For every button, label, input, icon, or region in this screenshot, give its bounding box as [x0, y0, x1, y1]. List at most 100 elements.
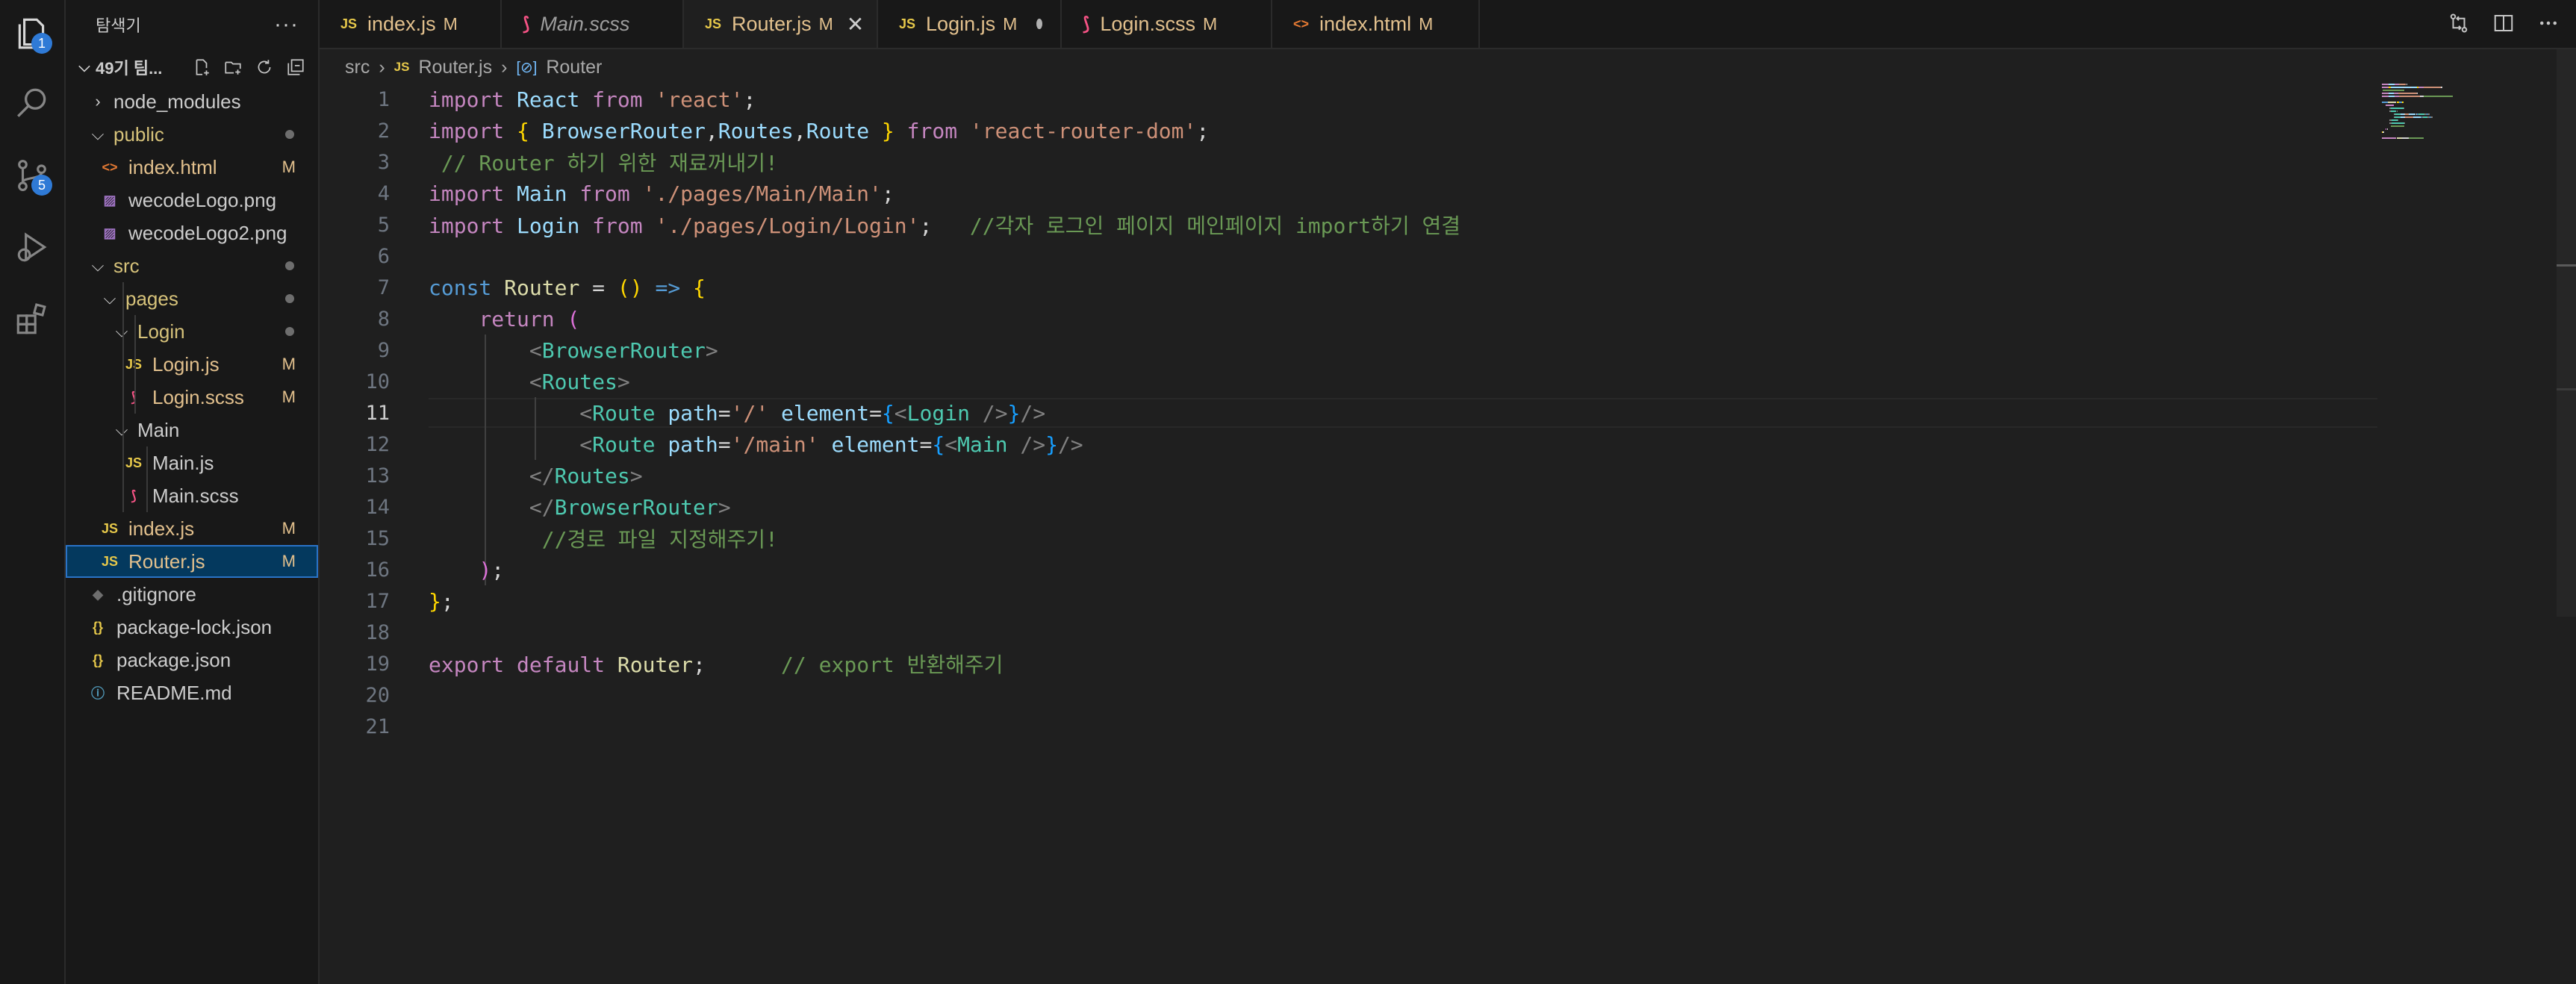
code-token: { — [517, 118, 542, 143]
search-icon[interactable] — [10, 82, 54, 125]
file-item-wecodelogo2-png[interactable]: ▨ wecodeLogo2.png — [66, 217, 318, 249]
minimap-token — [2441, 87, 2442, 88]
code-token: Routes — [554, 463, 630, 488]
code-token: () — [617, 275, 656, 300]
indent-guide — [134, 315, 136, 414]
code-token: > — [705, 337, 718, 363]
activity-bar: 1 5 — [0, 0, 66, 984]
file-item-index-js[interactable]: JS index.js M — [66, 512, 318, 545]
collapse-all-icon[interactable] — [285, 57, 306, 78]
tab-index-html[interactable]: <> index.html M — [1272, 0, 1480, 48]
tree-item-label: Main.js — [152, 451, 214, 474]
minimap-token — [2383, 90, 2404, 91]
tab-index-js[interactable]: JS index.js M — [320, 0, 502, 48]
breadcrumb-file[interactable]: Router.js — [418, 57, 492, 78]
code-token: '/main' — [730, 432, 832, 457]
tab-label: index.js — [367, 12, 436, 35]
tab-main-scss[interactable]: ⟆ Main.scss — [502, 0, 684, 48]
close-icon[interactable]: ✕ — [847, 12, 864, 37]
file-item-package-lock-json[interactable]: {} package-lock.json — [66, 611, 318, 644]
line-number: 11 — [365, 401, 390, 425]
line-number: 9 — [377, 338, 390, 362]
line-number: 18 — [365, 620, 390, 644]
code-token: = — [718, 432, 731, 457]
breadcrumb: src › JS Router.js › [⊘] Router — [345, 52, 602, 82]
code-token: ; — [491, 557, 505, 582]
new-file-icon[interactable] — [191, 57, 212, 78]
code-line: 7 const Router = () => { — [320, 272, 2576, 303]
code-text: <Route path='/main' element={<Main />}/> — [429, 432, 1083, 457]
line-number: 3 — [377, 150, 390, 174]
tab-login-js[interactable]: JS Login.js M — [878, 0, 1062, 48]
explorer-icon[interactable]: 1 — [10, 12, 54, 55]
more-icon[interactable] — [2536, 10, 2561, 36]
code-token: /> — [1057, 432, 1083, 457]
file-item--gitignore[interactable]: ◆ .gitignore — [66, 578, 318, 611]
code-token: Router — [617, 653, 694, 677]
explorer-title: 탐색기 — [96, 16, 141, 35]
code-token: Login — [517, 214, 593, 238]
file-item-readme-md[interactable]: ⓘ README.md — [66, 676, 318, 709]
file-item-main-js[interactable]: JS Main.js — [66, 446, 318, 479]
extensions-icon[interactable] — [10, 297, 54, 340]
minimap-token — [2392, 105, 2394, 106]
refresh-icon[interactable] — [254, 57, 275, 78]
info-icon: ⓘ — [91, 686, 105, 701]
minimap[interactable] — [2382, 84, 2509, 143]
folder-item-public[interactable]: ⌵ public — [66, 118, 318, 151]
vertical-scrollbar[interactable] — [2557, 49, 2576, 617]
code-token: > — [629, 463, 643, 488]
minimap-token — [2404, 122, 2406, 124]
code-token: const — [429, 275, 505, 300]
line-number: 2 — [377, 119, 390, 143]
file-item-router-js[interactable]: JS Router.js M — [66, 545, 318, 578]
file-item-package-json[interactable]: {} package.json — [66, 644, 318, 676]
code-text: import React from 'react'; — [429, 87, 756, 112]
chevron-down-icon: ⌵ — [103, 289, 116, 308]
code-token: Route — [806, 118, 882, 143]
git-file-icon: ◆ — [93, 586, 103, 602]
folder-item-login[interactable]: ⌵ Login — [66, 315, 318, 348]
code-token: 'react-router-dom' — [969, 118, 1197, 143]
file-item-login-js[interactable]: JS Login.js M — [66, 348, 318, 381]
scss-file-icon: ⟆ — [1083, 13, 1090, 34]
folder-item-src[interactable]: ⌵ src — [66, 249, 318, 282]
code-line: 3 // Router 하기 위한 재료꺼내기! — [320, 146, 2576, 178]
code-editor[interactable]: 1 import React from 'react'; 2 import { Bro… — [320, 84, 2576, 984]
new-folder-icon[interactable] — [223, 57, 243, 78]
breadcrumb-symbol[interactable]: Router — [546, 57, 602, 78]
file-item-index-html[interactable]: <> index.html M — [66, 151, 318, 184]
source-control-icon[interactable]: 5 — [10, 154, 54, 197]
folder-item-node-modules[interactable]: › node_modules — [66, 85, 318, 118]
minimap-token — [2398, 93, 2417, 94]
compare-changes-icon[interactable] — [2446, 10, 2471, 36]
tree-item-label: README.md — [116, 681, 232, 704]
folder-item-main[interactable]: ⌵ Main — [66, 414, 318, 446]
chevron-down-icon: ⌵ — [78, 58, 90, 75]
code-line: 1 import React from 'react'; — [320, 84, 2576, 115]
code-token: './pages/Main/Main' — [642, 181, 882, 206]
modified-badge: M — [281, 387, 296, 406]
line-number: 8 — [377, 307, 390, 331]
tab-login-scss[interactable]: ⟆ Login.scss M — [1062, 0, 1272, 48]
line-number: 12 — [365, 432, 390, 456]
file-item-login-scss[interactable]: ⟆ Login.scss M — [66, 381, 318, 414]
split-editor-icon[interactable] — [2491, 10, 2516, 36]
run-debug-icon[interactable] — [10, 225, 54, 269]
breadcrumb-folder[interactable]: src — [345, 57, 370, 78]
more-actions-icon[interactable]: ··· — [274, 12, 299, 37]
code-token: , — [793, 118, 806, 143]
modified-badge: M — [1419, 13, 1434, 34]
project-folder[interactable]: ⌵ 49기 팀... — [66, 49, 318, 85]
minimap-token — [2402, 102, 2404, 103]
scroll-marker — [2557, 388, 2576, 390]
code-token: path — [668, 432, 718, 457]
tab-router-js[interactable]: JS Router.js M ✕ — [684, 0, 878, 48]
folder-item-pages[interactable]: ⌵ pages — [66, 282, 318, 315]
file-item-main-scss[interactable]: ⟆ Main.scss — [66, 479, 318, 512]
file-item-wecodelogo-png[interactable]: ▨ wecodeLogo.png — [66, 184, 318, 217]
code-token: { — [693, 275, 706, 300]
